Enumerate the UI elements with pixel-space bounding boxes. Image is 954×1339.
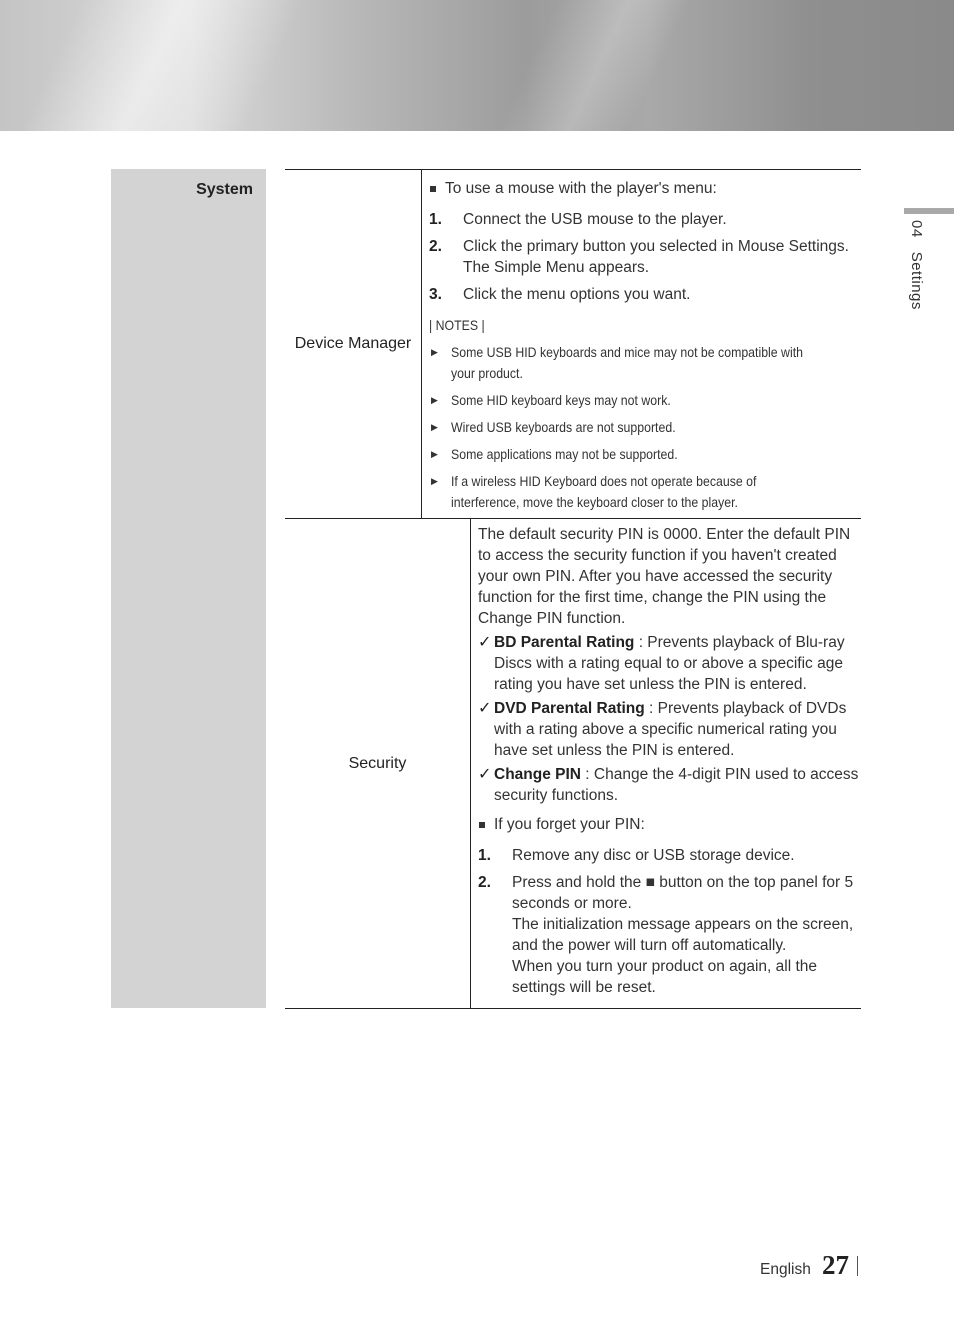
list-item: 1. Remove any disc or USB storage device.	[478, 847, 795, 864]
note-item: ▶ Some HID keyboard keys may not work.	[429, 390, 861, 411]
triangle-bullet-icon: ▶	[431, 347, 438, 357]
intro-bullet: To use a mouse with the player's menu:	[429, 178, 861, 199]
security-intro: The default security PIN is 0000. Enter …	[478, 526, 851, 627]
table-row-device-manager: Device Manager To use a mouse with the p…	[285, 170, 861, 519]
setting-name: Security	[285, 519, 471, 1008]
notes-heading: | NOTES |	[429, 317, 485, 333]
reset-steps-list: 1. Remove any disc or USB storage device.…	[478, 845, 861, 998]
list-item: 2. Press and hold the ■ button on the to…	[478, 874, 854, 996]
chapter-tab-marker	[904, 208, 954, 214]
setting-description: The default security PIN is 0000. Enter …	[471, 519, 861, 1008]
check-item: ✓ Change PIN : Change the 4-digit PIN us…	[478, 766, 859, 804]
check-item: ✓ BD Parental Rating : Prevents playback…	[478, 634, 845, 693]
note-item: ▶ If a wireless HID Keyboard does not ope…	[429, 471, 861, 513]
footer-language: English	[760, 1261, 811, 1278]
page-number: 27	[822, 1250, 849, 1280]
table-row-security: Security The default security PIN is 000…	[285, 519, 861, 1009]
checkmark-icon: ✓	[478, 766, 492, 783]
category-label: System	[196, 181, 253, 198]
check-item: ✓ DVD Parental Rating : Prevents playbac…	[478, 700, 847, 759]
note-item: ▶ Some applications may not be supported.	[429, 444, 861, 465]
chapter-side-label: 04 Settings	[908, 220, 925, 310]
steps-list: 1. Connect the USB mouse to the player. 2…	[429, 209, 861, 305]
settings-table: Device Manager To use a mouse with the p…	[285, 169, 861, 1009]
checkmark-icon: ✓	[478, 700, 492, 717]
header-banner	[0, 0, 954, 131]
forgot-pin-bullet: If you forget your PIN:	[478, 814, 861, 835]
chapter-title: Settings	[908, 251, 925, 310]
square-bullet-icon	[430, 186, 436, 192]
category-column: System	[111, 169, 266, 1008]
setting-description: To use a mouse with the player's menu: 1…	[422, 170, 861, 518]
square-bullet-icon	[479, 822, 485, 828]
triangle-bullet-icon: ▶	[431, 449, 438, 459]
triangle-bullet-icon: ▶	[431, 395, 438, 405]
footer-divider	[857, 1256, 858, 1276]
checkmark-icon: ✓	[478, 634, 492, 651]
stop-button-icon: ■	[645, 874, 655, 891]
list-item: 1. Connect the USB mouse to the player.	[429, 211, 727, 228]
list-item: 3. Click the menu options you want.	[429, 286, 691, 303]
setting-name: Device Manager	[285, 170, 422, 518]
triangle-bullet-icon: ▶	[431, 422, 438, 432]
note-item: ▶ Some USB HID keyboards and mice may not…	[429, 342, 861, 384]
intro-text: To use a mouse with the player's menu:	[445, 180, 717, 197]
list-item: 2. Click the primary button you selected …	[429, 238, 849, 276]
chapter-number: 04	[908, 220, 925, 238]
note-item: ▶ Wired USB keyboards are not supported.	[429, 417, 861, 438]
triangle-bullet-icon: ▶	[431, 476, 438, 486]
